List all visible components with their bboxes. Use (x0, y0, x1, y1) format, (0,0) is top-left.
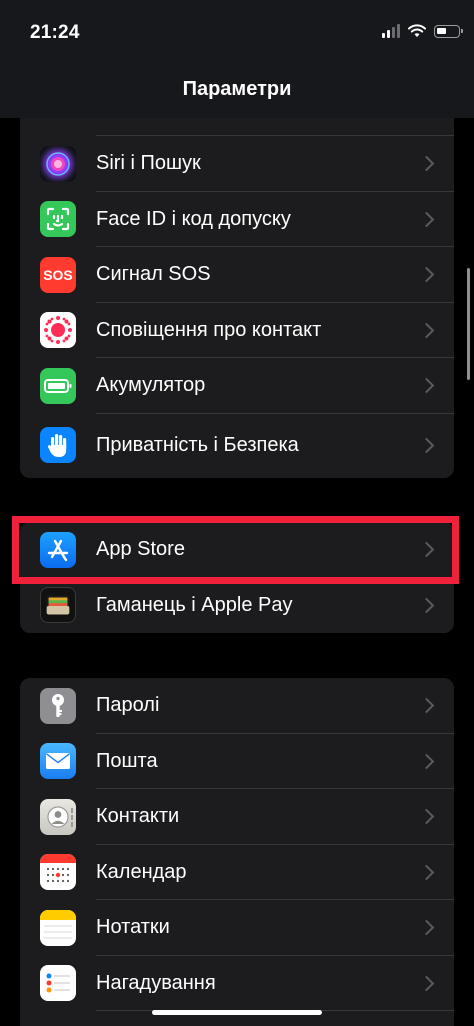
siri-icon (40, 145, 76, 182)
settings-row-label: Приватність і Безпека (96, 433, 299, 456)
wallet-icon (40, 587, 76, 624)
chevron-right-icon (418, 753, 435, 770)
mail-icon (40, 743, 76, 780)
settings-group-system: Siri і Пошук Face ID і код допуску SOS С… (20, 80, 454, 478)
settings-row-label: Нагадування (96, 971, 216, 994)
settings-row-battery[interactable]: Акумулятор (20, 358, 454, 414)
chevron-right-icon (418, 597, 435, 614)
chevron-right-icon (418, 864, 435, 881)
settings-row-label: Контакти (96, 805, 180, 828)
settings-row-passwords[interactable]: Паролі (20, 678, 454, 734)
contacts-icon (40, 798, 76, 835)
settings-row-app-store[interactable]: App Store (20, 522, 454, 578)
settings-group-apps: Паролі Пошта Контакти Календар Нотатки Н… (20, 678, 454, 1026)
chevron-right-icon (418, 322, 435, 339)
chevron-right-icon (418, 266, 435, 283)
settings-row-mail[interactable]: Пошта (20, 734, 454, 789)
settings-screen: 21:24 Параметри Siri і Пошук Face ID і к… (0, 0, 474, 1026)
settings-row-calendar[interactable]: Календар (20, 845, 454, 900)
chevron-right-icon (418, 919, 435, 936)
cellular-signal-icon (382, 24, 400, 38)
settings-row-siri[interactable]: Siri і Пошук (20, 136, 454, 192)
settings-row-label: Календар (96, 860, 187, 883)
settings-row-label: App Store (96, 538, 185, 561)
settings-row-contacts[interactable]: Контакти (20, 789, 454, 845)
status-icons (382, 24, 463, 38)
settings-row-label: Сигнал SOS (96, 263, 211, 286)
chevron-right-icon (418, 697, 435, 714)
settings-row-label: Siri і Пошук (96, 152, 201, 175)
chevron-right-icon (418, 808, 435, 825)
notes-icon (40, 909, 76, 946)
settings-row-label: Гаманець і Apple Pay (96, 593, 293, 616)
chevron-right-icon (418, 155, 435, 172)
key-icon (40, 687, 76, 724)
wifi-icon (408, 24, 426, 37)
settings-row-label: Паролі (96, 694, 160, 717)
battery-status-icon (434, 24, 463, 38)
chevron-right-icon (418, 975, 435, 992)
sos-icon: SOS (40, 256, 76, 293)
settings-row-label: Акумулятор (96, 374, 206, 397)
settings-row-notes[interactable]: Нотатки (20, 900, 454, 956)
settings-row-label: Нотатки (96, 916, 170, 939)
status-time: 21:24 (30, 22, 80, 43)
settings-row-exposure-notifications[interactable]: Сповіщення про контакт (20, 303, 454, 358)
exposure-notification-icon (40, 312, 76, 349)
face-id-icon (40, 201, 76, 238)
settings-row-face-id[interactable]: Face ID і код допуску (20, 192, 454, 247)
home-indicator[interactable] (152, 1010, 322, 1015)
reminders-icon (40, 965, 76, 1002)
settings-row-label: Face ID і код допуску (96, 207, 291, 230)
calendar-icon (40, 854, 76, 891)
chevron-right-icon (418, 377, 435, 394)
page-title: Параметри (182, 78, 292, 100)
settings-row-wallet[interactable]: Гаманець і Apple Pay (20, 578, 454, 634)
scroll-indicator (467, 268, 470, 380)
chevron-right-icon (418, 437, 435, 453)
settings-row-label: Сповіщення про контакт (96, 318, 322, 341)
settings-row-sos[interactable]: SOS Сигнал SOS (20, 247, 454, 303)
sos-icon-text: SOS (43, 266, 73, 283)
status-and-nav-bar: 21:24 Параметри (0, 0, 474, 118)
settings-row-reminders[interactable]: Нагадування (20, 956, 454, 1011)
settings-group-store: App Store Гаманець і Apple Pay (20, 522, 454, 633)
chevron-right-icon (418, 541, 435, 558)
settings-row-label: Пошта (96, 749, 158, 772)
chevron-right-icon (418, 211, 435, 228)
app-store-icon (40, 531, 76, 568)
settings-row-privacy[interactable]: Приватність і Безпека (20, 414, 454, 477)
hand-icon (40, 427, 76, 463)
battery-icon (40, 367, 76, 404)
